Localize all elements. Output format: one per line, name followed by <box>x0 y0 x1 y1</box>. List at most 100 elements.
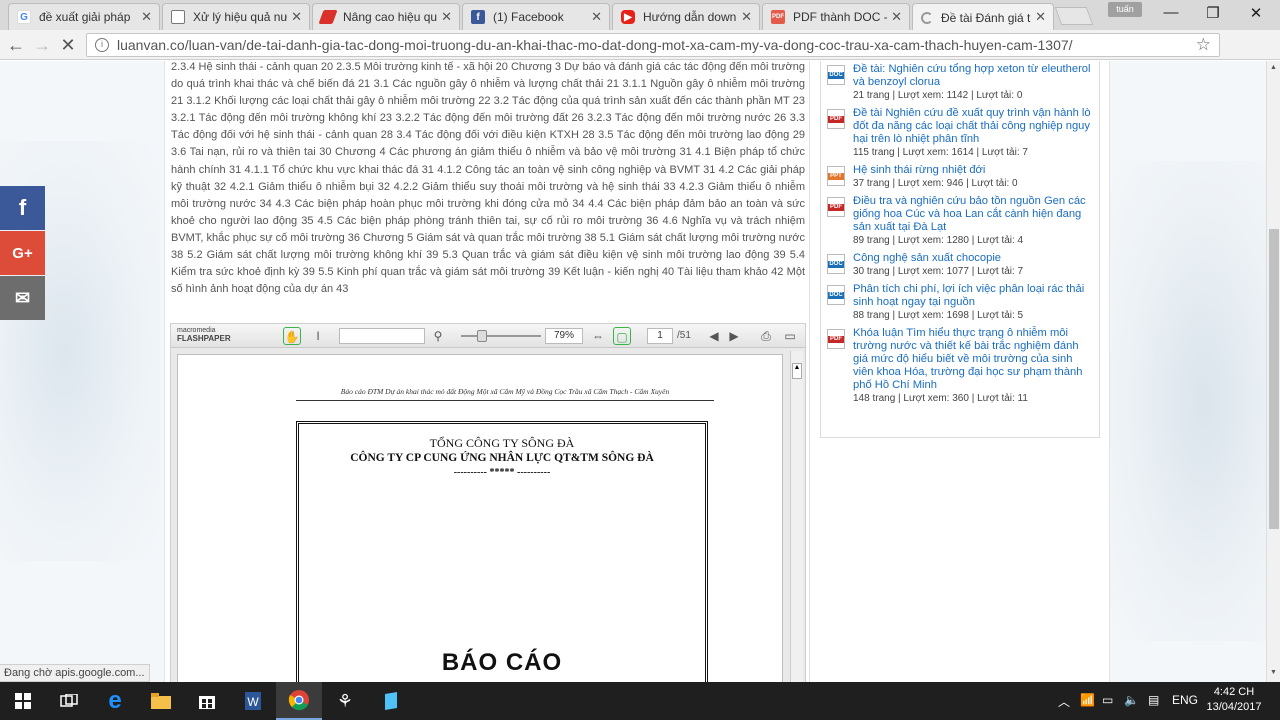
fit-width-icon[interactable]: ⇔ <box>589 327 607 345</box>
text-select-icon[interactable]: I <box>309 327 327 345</box>
email-share-button[interactable]: ✉ <box>0 276 45 320</box>
tab-label: đề xuất giải pháp <box>39 10 131 24</box>
next-page-icon[interactable]: ▶ <box>725 327 743 345</box>
tab-2[interactable]: Xử lý hiệu quả nư ✕ <box>162 3 310 30</box>
related-item[interactable]: DOC Công nghệ sản xuất chocopie 30 trang |… <box>825 252 1095 278</box>
file-type-label: PDF <box>828 204 844 211</box>
related-item-meta: 30 trang | Lượt xem: 1077 | Lượt tải: 7 <box>853 266 1024 277</box>
new-tab-button[interactable] <box>1054 7 1094 25</box>
pdf-file-icon: PDF <box>827 109 845 129</box>
related-item-title[interactable]: Đề tài Nghiên cứu đề xuất quy trình vận … <box>853 107 1095 146</box>
close-tab-icon[interactable]: ✕ <box>891 9 902 25</box>
google-plus-share-button[interactable]: G+ <box>0 231 45 275</box>
related-item[interactable]: PPT Hệ sinh thái rừng nhiệt đới 37 trang |… <box>825 164 1095 190</box>
info-icon[interactable]: i <box>95 38 109 52</box>
clock[interactable]: 4:42 CH 13/04/2017 <box>1204 685 1264 715</box>
related-item-title[interactable]: Công nghệ sản xuất chocopie <box>853 252 1095 265</box>
zoom-slider-track[interactable] <box>461 335 541 337</box>
clock-date: 13/04/2017 <box>1206 701 1262 713</box>
close-tab-icon[interactable]: ✕ <box>741 9 752 25</box>
tab-5[interactable]: ▶ Hướng dẫn downl ✕ <box>612 3 760 30</box>
file-type-label: PDF <box>828 116 844 123</box>
close-tab-icon[interactable]: ✕ <box>441 9 452 25</box>
tab-6[interactable]: PDF PDF thành DOC - ✕ <box>762 3 910 30</box>
notification-icon[interactable]: ▤ <box>1148 693 1159 707</box>
facebook-share-button[interactable]: f <box>0 186 45 230</box>
document-page: Báo cáo ĐTM Dự án khai thác mỏ đất Động … <box>177 354 783 694</box>
url-text: luanvan.co/luan-van/de-tai-danh-gia-tac-… <box>117 37 1073 53</box>
zoom-slider-handle[interactable] <box>477 330 487 342</box>
scroll-up-icon[interactable]: ▲ <box>792 363 802 379</box>
page-icon <box>171 10 185 24</box>
related-item-title[interactable]: Khóa luận Tìm hiểu thực trạng ô nhiễm mô… <box>853 327 1095 392</box>
stop-loading-button[interactable]: ✕ <box>56 34 80 56</box>
viewer-scrollbar[interactable]: ▲ <box>790 351 803 694</box>
related-item[interactable]: PDF Điều tra và nghiên cứu bảo tồn nguồn … <box>825 195 1095 247</box>
related-item[interactable]: DOC Phân tích chi phí, lợi ích việc phân … <box>825 283 1095 322</box>
zoom-field[interactable]: 79% <box>545 328 583 344</box>
search-icon[interactable]: ⚲ <box>429 327 447 345</box>
edge-browser-icon[interactable]: e <box>92 682 138 720</box>
page-total: /51 <box>677 330 691 341</box>
clock-time: 4:42 CH <box>1213 686 1255 698</box>
close-tab-icon[interactable]: ✕ <box>141 9 152 25</box>
related-item-title[interactable]: Hệ sinh thái rừng nhiệt đới <box>853 164 1095 177</box>
profile-badge[interactable]: tuấn <box>1108 2 1142 17</box>
flashpaper-viewer[interactable]: macromedia FLASHPAPER ✋ I ⚲ 79% ⇔ ▢ 1 /5… <box>170 323 806 694</box>
windows-taskbar: e W ⚘ ︿ 📶 ▭ 🔈 ▤ ENG 4:42 CH 13/04/2017 <box>0 682 1280 720</box>
related-item-meta: 21 trang | Lượt xem: 1142 | Lượt tải: 0 <box>853 90 1023 101</box>
close-window-icon[interactable]: ✕ <box>1243 4 1269 22</box>
scroll-up-arrow-icon[interactable]: ▲ <box>1270 64 1277 71</box>
file-explorer-icon[interactable] <box>138 682 184 720</box>
close-tab-icon[interactable]: ✕ <box>1035 9 1046 25</box>
print-icon[interactable]: ⎙ <box>757 327 775 345</box>
prev-page-icon[interactable]: ◀ <box>705 327 723 345</box>
tray-chevron-up-icon[interactable]: ︿ <box>1058 693 1070 710</box>
scroll-down-arrow-icon[interactable]: ▼ <box>1270 669 1277 676</box>
tab-1[interactable]: G đề xuất giải pháp ✕ <box>8 3 160 30</box>
cover-title: BÁO CÁO <box>441 649 563 676</box>
bookmark-star-icon[interactable]: ☆ <box>1196 34 1211 56</box>
store-icon[interactable] <box>184 682 230 720</box>
tab-3[interactable]: Nâng cao hiệu quả ✕ <box>312 3 460 30</box>
related-item[interactable]: PDF Khóa luận Tìm hiểu thực trạng ô nhiễm… <box>825 327 1095 405</box>
address-bar[interactable]: i luanvan.co/luan-van/de-tai-danh-gia-ta… <box>86 33 1220 57</box>
volume-icon[interactable]: 🔈 <box>1124 693 1139 707</box>
app-2-icon[interactable] <box>368 682 414 720</box>
viewer-search-input[interactable] <box>339 328 425 344</box>
close-tab-icon[interactable]: ✕ <box>591 9 602 25</box>
battery-icon[interactable]: ▭ <box>1102 693 1113 707</box>
app-icon[interactable]: ⚘ <box>322 682 368 720</box>
related-item[interactable]: DOC Đề tài: Nghiên cứu tổng hợp xeton từ … <box>825 63 1095 102</box>
fit-page-icon[interactable]: ▢ <box>613 327 631 345</box>
logo-bottom-text: FLASHPAPER <box>177 334 231 343</box>
browser-tab-strip: G đề xuất giải pháp ✕ Xử lý hiệu quả nư … <box>0 0 1280 31</box>
forward-button[interactable]: → <box>30 34 54 56</box>
related-item-title[interactable]: Đề tài: Nghiên cứu tổng hợp xeton từ ele… <box>853 63 1095 89</box>
doc-file-icon: DOC <box>827 65 845 85</box>
start-windows-icon[interactable] <box>0 682 46 720</box>
network-icon[interactable]: 📶 <box>1080 693 1095 707</box>
related-item-title[interactable]: Điều tra và nghiên cứu bảo tồn nguồn Gen… <box>853 195 1095 234</box>
task-view-icon[interactable] <box>46 682 92 720</box>
related-item[interactable]: PDF Đề tài Nghiên cứu đề xuất quy trình v… <box>825 107 1095 159</box>
browser-toolbar: ← → ✕ i luanvan.co/luan-van/de-tai-danh-… <box>0 30 1280 87</box>
restore-icon[interactable]: ❐ <box>1200 4 1226 22</box>
svg-text:W: W <box>247 695 259 709</box>
chrome-icon[interactable] <box>276 682 322 720</box>
hand-tool-icon[interactable]: ✋ <box>283 327 301 345</box>
language-indicator[interactable]: ENG <box>1172 693 1198 707</box>
close-tab-icon[interactable]: ✕ <box>291 9 302 25</box>
page-scrollbar[interactable]: ▲ ▼ <box>1266 61 1280 682</box>
tab-7-active[interactable]: Đề tài Đánh giá tá ✕ <box>912 3 1054 31</box>
back-button[interactable]: ← <box>4 34 28 56</box>
viewer-toolbar: macromedia FLASHPAPER ✋ I ⚲ 79% ⇔ ▢ 1 /5… <box>171 324 805 348</box>
minimize-icon[interactable]: — <box>1158 4 1184 21</box>
tab-4[interactable]: f (1) Facebook ✕ <box>462 3 610 30</box>
scrollbar-thumb[interactable] <box>1269 229 1279 529</box>
word-icon[interactable]: W <box>230 682 276 720</box>
options-icon[interactable]: ▭ <box>781 327 799 345</box>
tab-label: Xử lý hiệu quả nư <box>193 10 287 24</box>
page-number-field[interactable]: 1 <box>647 328 673 344</box>
related-item-title[interactable]: Phân tích chi phí, lợi ích việc phân loạ… <box>853 283 1095 309</box>
